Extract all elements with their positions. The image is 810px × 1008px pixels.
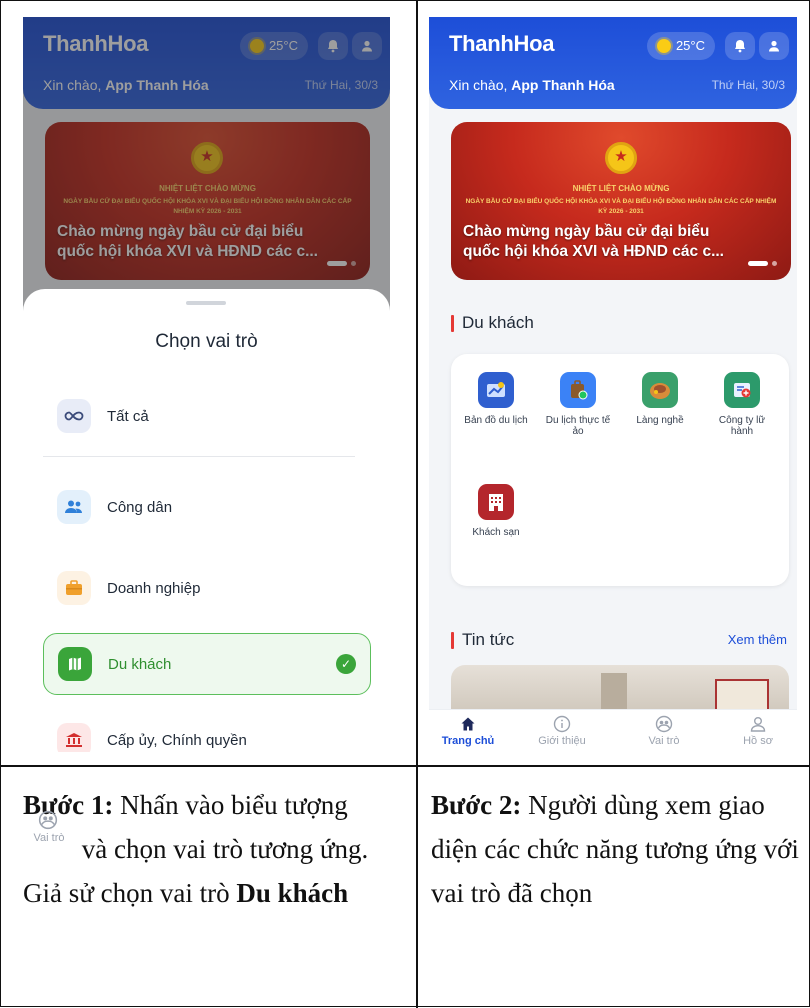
role-label: Tất cả — [107, 407, 149, 425]
role-option-all[interactable]: Tất cả — [43, 385, 371, 447]
travel-agency-icon — [724, 372, 760, 408]
sun-icon — [656, 39, 671, 53]
feature-label: Làng nghề — [636, 415, 684, 426]
bottom-tab-bar: Trang chủ Giới thiệu Vai trò Hồ sơ — [429, 709, 797, 752]
luggage-icon — [560, 372, 596, 408]
screenshot-step-2: ThanhHoa 25°C Xin chào, App Thanh Hóa Th… — [429, 17, 797, 752]
tab-home[interactable]: Trang chủ — [433, 714, 503, 747]
government-building-icon — [57, 723, 91, 752]
date-label: Thứ Hai, 30/3 — [711, 78, 785, 92]
feature-hotel[interactable]: Khách sạn — [461, 484, 531, 538]
temperature: 25°C — [675, 38, 705, 53]
briefcase-icon — [57, 571, 91, 605]
feature-travel-map[interactable]: Bản đồ du lịch — [461, 372, 531, 426]
greeting: Xin chào, App Thanh Hóa — [449, 77, 615, 93]
step-2-caption: Bước 2: Người dùng xem giao diện các chứ… — [431, 790, 799, 908]
step-1-role-name: Du khách — [236, 878, 349, 908]
feature-craft-village[interactable]: Làng nghề — [625, 372, 695, 426]
hotel-icon — [478, 484, 514, 520]
screenshot-step-1: ThanhHoa 25°C Xin chào, App Thanh Hóa Th… — [23, 17, 390, 752]
section-accent — [451, 314, 454, 332]
instruction-table: ThanhHoa 25°C Xin chào, App Thanh Hóa Th… — [0, 0, 810, 1008]
home-icon — [461, 717, 475, 731]
feature-virtual-tour[interactable]: Du lịch thực tế ảo — [543, 372, 613, 437]
sheet-drag-handle[interactable] — [186, 301, 226, 305]
role-picker-sheet: Chọn vai trò Tất cả Công dân Doanh nghiệ… — [23, 289, 390, 752]
tab-role[interactable]: Vai trò — [629, 714, 699, 747]
role-label: Công dân — [107, 498, 173, 516]
news-banner[interactable]: NHIỆT LIỆT CHÀO MỪNG NGÀY BẦU CỬ ĐẠI BIỂ… — [451, 122, 791, 280]
role-tab-inline-icon: Vai trò — [23, 810, 75, 858]
account-button[interactable] — [759, 32, 789, 60]
map-icon — [58, 647, 92, 681]
tab-label: Hồ sơ — [743, 735, 773, 747]
infinity-icon — [57, 399, 91, 433]
carousel-indicator — [748, 261, 777, 266]
section-accent — [451, 631, 454, 649]
feature-label: Bản đồ du lịch — [464, 415, 528, 426]
feature-label: Khách sạn — [472, 527, 520, 538]
weather-chip[interactable]: 25°C — [646, 32, 715, 60]
feature-label: Công ty lữ hành — [718, 415, 766, 437]
profile-icon — [750, 717, 766, 732]
info-icon — [553, 715, 571, 733]
tab-label: Giới thiệu — [538, 735, 586, 747]
news-thumbnail[interactable] — [451, 665, 789, 715]
role-option-government[interactable]: Cấp ủy, Chính quyền — [43, 709, 371, 752]
tab-about[interactable]: Giới thiệu — [527, 714, 597, 747]
see-more-link[interactable]: Xem thêm — [728, 632, 787, 647]
step-1-caption: Bước 1: Nhấn vào biểu tượng Vai trò và c… — [23, 790, 369, 908]
app-brand: ThanhHoa — [449, 31, 555, 56]
check-icon: ✓ — [336, 654, 356, 674]
table-row-divider — [1, 765, 810, 767]
banner-subline: NGÀY BẦU CỬ ĐẠI BIỂU QUỐC HỘI KHÓA XVI V… — [465, 198, 777, 215]
tourist-features-card: Bản đồ du lịch Du lịch thực tế ảo Làng n… — [451, 354, 789, 586]
role-label: Doanh nghiệp — [107, 579, 201, 597]
feature-travel-agency[interactable]: Công ty lữ hành — [707, 372, 777, 437]
user-icon — [769, 40, 779, 52]
tab-label: Vai trò — [648, 735, 680, 747]
role-label: Cấp ủy, Chính quyền — [107, 731, 247, 749]
travel-map-icon — [478, 372, 514, 408]
bell-icon — [735, 40, 745, 53]
app-header: ThanhHoa 25°C Xin chào, App Thanh Hóa Th… — [429, 17, 797, 109]
banner-caption: Chào mừng ngày bầu cử đại biểu quốc hội … — [463, 223, 724, 260]
role-label: Du khách — [108, 655, 172, 673]
sheet-title: Chọn vai trò — [155, 331, 258, 352]
tab-label: Trang chủ — [441, 735, 495, 747]
craft-village-icon — [642, 372, 678, 408]
feature-label: Du lịch thực tế ảo — [545, 415, 611, 437]
tab-profile[interactable]: Hồ sơ — [723, 714, 793, 747]
divider — [43, 456, 355, 457]
banner-headline: NHIỆT LIỆT CHÀO MỪNG — [572, 184, 670, 193]
role-icon — [655, 715, 673, 733]
role-option-citizen[interactable]: Công dân — [43, 476, 371, 538]
role-icon — [38, 810, 58, 830]
notification-button[interactable] — [725, 32, 755, 60]
news-section-title: Tin tức — [451, 630, 514, 650]
role-option-business[interactable]: Doanh nghiệp — [43, 557, 371, 619]
table-column-divider — [416, 1, 418, 1008]
step-1-label: Bước 1: — [23, 790, 114, 820]
users-icon — [57, 490, 91, 524]
step-2-label: Bước 2: — [431, 790, 522, 820]
national-emblem-icon — [605, 142, 637, 174]
role-option-tourist[interactable]: Du khách ✓ — [43, 633, 371, 695]
tourist-section-title: Du khách — [451, 313, 534, 333]
